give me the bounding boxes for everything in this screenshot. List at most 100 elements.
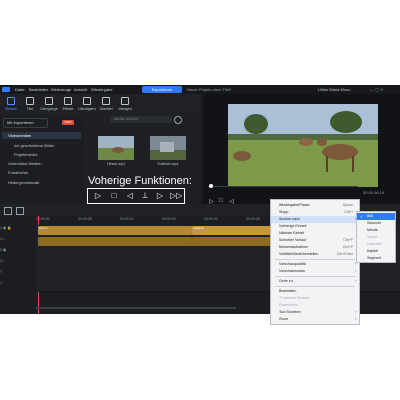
- tab-titel[interactable]: Titel: [21, 96, 39, 112]
- edit-icon[interactable]: [16, 207, 24, 215]
- import-button[interactable]: Mit Importieren: [3, 118, 48, 128]
- tab-effekte[interactable]: Effekte: [59, 96, 77, 112]
- sidebar-item-bilder[interactable]: Ich geschnittene Bilder: [14, 143, 54, 148]
- chevron-right-icon: ›: [354, 310, 356, 314]
- thumbnail-image: [98, 136, 134, 160]
- transition-icon: [45, 97, 53, 105]
- deer-video-frame: [228, 104, 378, 187]
- menu-item-tv-sicher[interactable]: TV-sichere Bereich: [271, 295, 359, 302]
- title-icon: [26, 97, 34, 105]
- subtitle-icon: [102, 97, 110, 105]
- menu-item-label: Vorschaumodus: [279, 269, 305, 273]
- play-icon[interactable]: ▷: [93, 191, 103, 201]
- preview-video[interactable]: [228, 104, 378, 187]
- submenu-label: Kapitel: [367, 249, 378, 253]
- fast-forward-icon[interactable]: ▷▷: [170, 191, 182, 201]
- submenu-label: Untertitel: [367, 242, 382, 246]
- split-icon[interactable]: ⊥: [140, 191, 150, 201]
- track-head-video-1[interactable]: 1 ▣ 🔒: [0, 226, 36, 236]
- tab-uebergaenge[interactable]: Übergänge: [40, 96, 58, 112]
- track-head-text[interactable]: T: [0, 270, 36, 280]
- menu-item-rasterlinien[interactable]: Rasterlinien: [271, 302, 359, 309]
- sidebar-item-hintergrundmusik[interactable]: Hintergrundmusik: [8, 180, 39, 185]
- menu-item-shortcut: Ctrl+P: [342, 245, 353, 249]
- app-logo-icon: [2, 87, 10, 92]
- video-clip-kollision[interactable]: Kollision: [192, 226, 276, 235]
- media-thumb-kollision[interactable]: [150, 136, 186, 160]
- tab-label: Übertitel: [99, 107, 113, 111]
- submenu-item-bild[interactable]: ✓ Bild: [357, 213, 395, 220]
- submenu-item-sekunde[interactable]: Sekunde: [357, 220, 395, 227]
- track-head-audio-2[interactable]: 2 ♪: [0, 259, 36, 269]
- menu-item-gehe-zu[interactable]: Gehe zu ›: [271, 278, 359, 285]
- menu-item-shortcut: Ctrl+F: [343, 238, 353, 242]
- scrubber-handle[interactable]: [209, 184, 213, 188]
- menu-werkzeuge[interactable]: Werkzeuge: [51, 85, 71, 94]
- submenu-label: Bild: [367, 214, 373, 218]
- track-head-music[interactable]: ♫: [0, 281, 36, 291]
- export-button[interactable]: Exportieren: [142, 86, 182, 93]
- menu-item-suchen-nach[interactable]: Suchen nach›: [271, 216, 359, 223]
- tab-medien[interactable]: Medien: [2, 96, 20, 112]
- sidebar-item-fotobuecher[interactable]: Fotobücher: [8, 170, 28, 175]
- audio-waveform-hirsch[interactable]: [38, 237, 192, 246]
- submenu-item-szene[interactable]: Szene: [357, 234, 395, 241]
- timeline-scrollbar[interactable]: [36, 307, 236, 309]
- tab-uebertitel[interactable]: Übertitel: [97, 96, 115, 112]
- search-input[interactable]: Medien suchen: [110, 116, 172, 123]
- media-sidebar: Mit Importieren NEW Videomedien Ich gesc…: [0, 114, 83, 204]
- search-icon[interactable]: [174, 116, 182, 124]
- sidebar-item-unterstuetzt[interactable]: Unterstützt Medien: [8, 161, 42, 166]
- track-head-audio-1[interactable]: 1 ♪: [0, 237, 36, 247]
- preview-panel: 00 00 06 14 ▷ □ ◁: [203, 94, 400, 205]
- menu-item-tool-snoeken[interactable]: Tool Snoeken ›: [271, 309, 359, 315]
- chevron-right-icon: ›: [354, 279, 356, 283]
- menu-item-schneller-vorlauf[interactable]: Schneller Vorlauf Ctrl+F: [271, 237, 359, 244]
- tab-vorlagen[interactable]: Vorlagen: [116, 96, 134, 112]
- sidebar-item-videomedien[interactable]: Videomedien: [8, 133, 31, 138]
- submenu-item-untertitel[interactable]: Untertitel: [357, 241, 395, 248]
- stop-icon[interactable]: □: [109, 191, 119, 201]
- submenu-item-segment[interactable]: Segment: [357, 255, 395, 262]
- video-clip-hirsch[interactable]: Hirsch: [38, 226, 192, 235]
- menu-item-vollbild[interactable]: Vollbild/Wiederherstellen Ctrl+Enter: [271, 251, 359, 258]
- tab-ueberlagern[interactable]: Überlagern: [78, 96, 96, 112]
- check-icon: ✓: [360, 214, 364, 219]
- menu-ansicht[interactable]: Ansicht: [74, 85, 87, 94]
- submenu-label: Szene: [367, 235, 378, 239]
- menu-item-wiedergabe-pause[interactable]: Wiedergabe/Pause Space: [271, 202, 359, 209]
- menu-wiedergabe[interactable]: Wiedergabe: [91, 85, 113, 94]
- effects-icon: [64, 97, 72, 105]
- new-badge: NEW: [62, 120, 74, 125]
- submenu-item-kapitel[interactable]: Kapitel: [357, 248, 395, 255]
- audio-waveform-kollision[interactable]: [192, 237, 276, 246]
- media-thumb-hirsch[interactable]: [98, 136, 134, 160]
- context-menu-zoom-row[interactable]: Zoom ›: [270, 316, 360, 325]
- menu-item-momentaufnahme[interactable]: Momentaufnahme Ctrl+P: [271, 244, 359, 251]
- tab-label: Medien: [5, 107, 17, 111]
- overlay-annotation-title: Voherige Funktionen:: [88, 175, 192, 187]
- prev-frame-icon[interactable]: ◁: [125, 191, 135, 201]
- window-controls[interactable]: — ▢ ✕: [370, 85, 383, 94]
- ruler-tick: 00:00:10: [120, 217, 134, 221]
- menu-item-bearbeiten[interactable]: Bearbeiten: [271, 288, 359, 295]
- sidebar-item-projektmedia[interactable]: Projektmedia: [14, 152, 37, 157]
- tab-label: Übergänge: [40, 107, 58, 111]
- menu-item-label: Rasterlinien: [279, 303, 298, 307]
- menu-item-naechste-einheit[interactable]: Nächste Einheit.: [271, 230, 359, 237]
- menu-item-vorschauqualitaet[interactable]: Vorschauqualität ›: [271, 261, 359, 268]
- menu-datei[interactable]: Datei: [15, 85, 24, 94]
- menu-item-vorherige-einheit[interactable]: Vorherige Einheit,: [271, 223, 359, 230]
- submenu-item-minute[interactable]: Minute: [357, 227, 395, 234]
- menu-item-vorschaumodus[interactable]: Vorschaumodus ›: [271, 268, 359, 275]
- track-head-video-2[interactable]: 2 ▣: [0, 248, 36, 258]
- user-name[interactable]: Ulrike Maria Mono: [318, 85, 350, 94]
- menu-separator: [275, 276, 355, 277]
- next-frame-icon[interactable]: ▷: [155, 191, 165, 201]
- thumb-label: Hirsch.mp4: [107, 162, 125, 166]
- menu-item-stopp[interactable]: Stopp Ctrl+/: [271, 209, 359, 216]
- preview-scrubber[interactable]: [208, 186, 358, 187]
- add-track-icon[interactable]: [4, 207, 12, 215]
- menu-bearbeiten[interactable]: Bearbeiten: [29, 85, 48, 94]
- ruler-tick: 00:00:05: [78, 217, 92, 221]
